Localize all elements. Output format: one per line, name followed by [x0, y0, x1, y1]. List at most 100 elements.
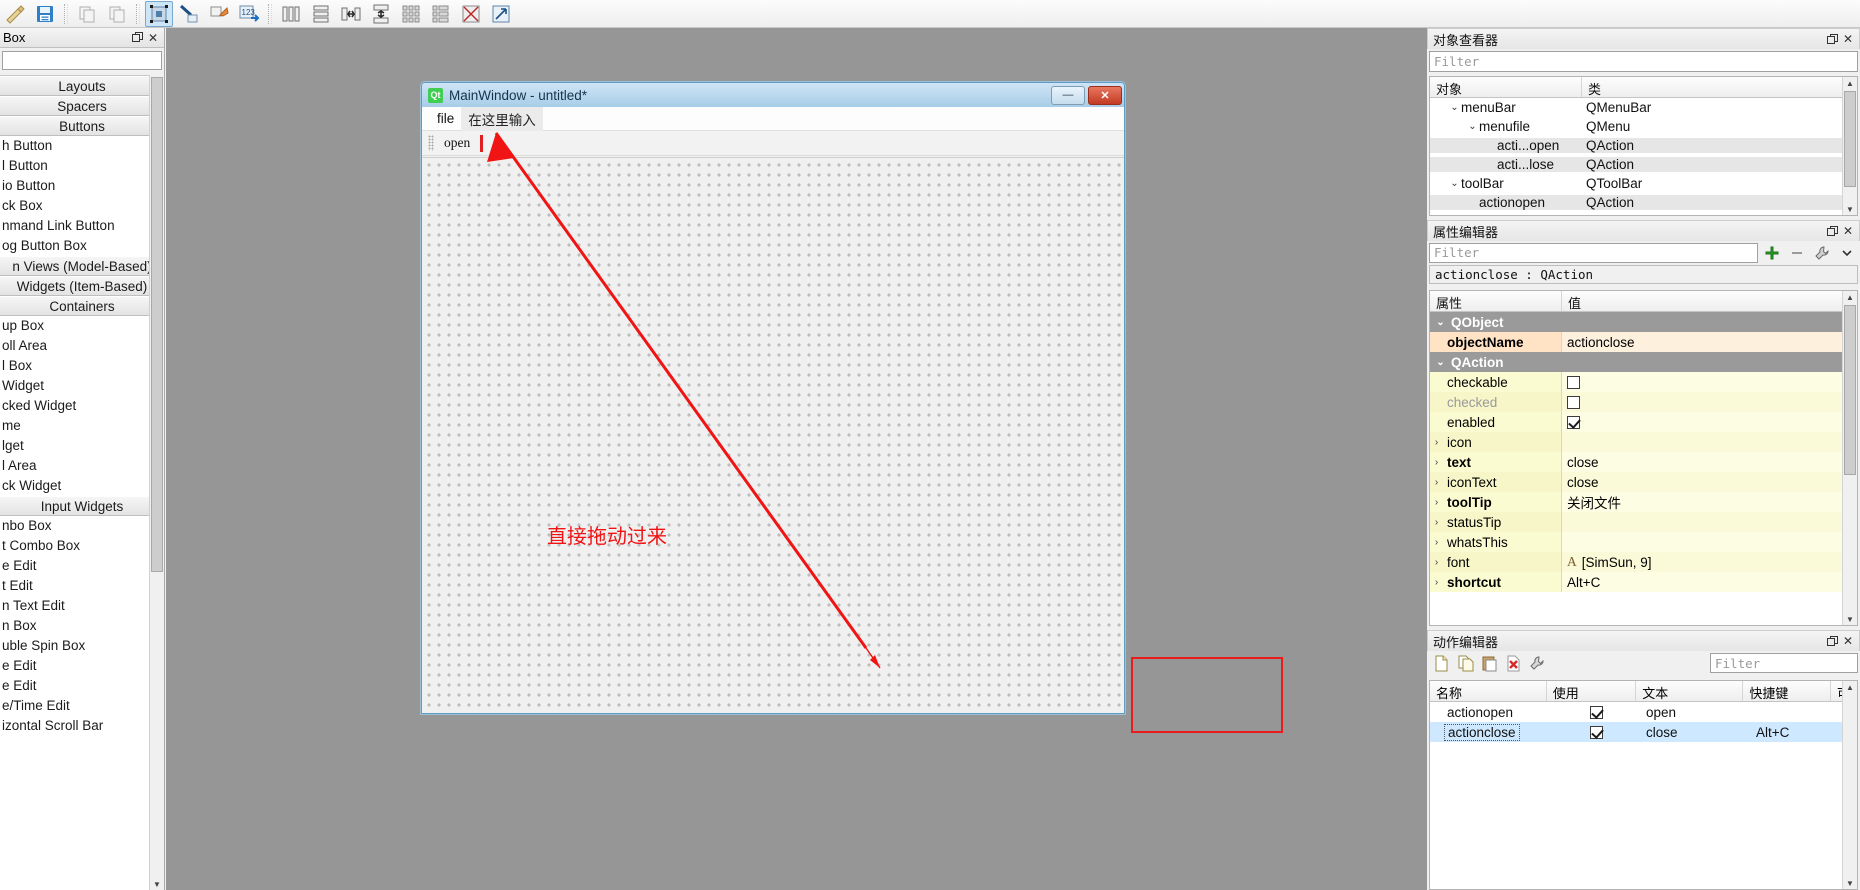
widget-box-item[interactable]: e Edit	[0, 656, 164, 676]
chevron-down-icon[interactable]: ⌄	[1448, 178, 1461, 189]
adjust-size-icon[interactable]	[487, 1, 515, 27]
widget-box-item[interactable]: n Box	[0, 616, 164, 636]
undo-icon[interactable]	[73, 1, 101, 27]
widget-box-item[interactable]: h Button	[0, 136, 164, 156]
widget-box-item[interactable]: lget	[0, 436, 164, 456]
property-row[interactable]: › font A [SimSun, 9]	[1430, 552, 1857, 572]
property-row[interactable]: ⌄ QObject	[1430, 312, 1857, 332]
widget-box-item[interactable]: e Edit	[0, 556, 164, 576]
property-value[interactable]	[1562, 512, 1857, 532]
property-value[interactable]: close	[1562, 472, 1857, 492]
chevron-right-icon[interactable]: ›	[1430, 537, 1443, 548]
object-inspector-row[interactable]: ⌄ menufile QMenu	[1430, 117, 1857, 136]
checkbox-checkable[interactable]	[1567, 375, 1580, 389]
widget-box-item[interactable]: t Edit	[0, 576, 164, 596]
property-editor-table[interactable]: 属性 值 ⌄ QObject objectName actionclose ⌄ QActi…	[1429, 290, 1858, 626]
action-row[interactable]: actionclose close Alt+C	[1430, 722, 1857, 742]
property-value[interactable]	[1562, 372, 1857, 392]
property-value[interactable]: close	[1562, 452, 1857, 472]
remove-property-icon[interactable]	[1786, 243, 1808, 263]
widget-box-scrollbar[interactable]: ▲ ▼	[149, 75, 164, 890]
widget-box-item[interactable]: e/Time Edit	[0, 696, 164, 716]
chevron-right-icon[interactable]: ›	[1430, 517, 1443, 528]
object-inspector-row[interactable]: ⌄ toolBar QToolBar	[1430, 174, 1857, 193]
widget-box-group[interactable]: Widgets (Item-Based)	[0, 276, 164, 296]
widget-box-item[interactable]: og Button Box	[0, 236, 164, 256]
scrollbar-thumb[interactable]	[151, 77, 163, 572]
edit-action-icon[interactable]	[1525, 653, 1549, 674]
property-row[interactable]: › whatsThis	[1430, 532, 1857, 552]
object-inspector-scrollbar[interactable]: ▲ ▼	[1842, 77, 1857, 215]
widget-box-group[interactable]: n Views (Model-Based)	[0, 256, 164, 276]
chevron-down-icon[interactable]: ⌄	[1466, 121, 1479, 132]
layout-vertically-icon[interactable]	[307, 1, 335, 27]
chevron-right-icon[interactable]: ›	[1430, 457, 1443, 468]
close-icon[interactable]: ✕	[1840, 223, 1856, 239]
object-inspector-row[interactable]: acti...open QAction	[1430, 136, 1857, 155]
form-central-widget[interactable]	[422, 157, 1124, 713]
scroll-up-icon[interactable]: ▲	[1844, 291, 1856, 303]
widget-box-item[interactable]: l Button	[0, 156, 164, 176]
add-property-icon[interactable]	[1761, 243, 1783, 263]
configure-wrench-icon[interactable]	[1811, 243, 1833, 263]
widget-box-item[interactable]: izontal Scroll Bar	[0, 716, 164, 736]
checkbox-checked[interactable]	[1567, 395, 1580, 409]
toolbar-action-open[interactable]: open	[438, 134, 476, 152]
property-value[interactable]: 关闭文件	[1562, 492, 1857, 512]
widget-box-group[interactable]: Input Widgets	[0, 496, 164, 516]
widget-box-item[interactable]: e Edit	[0, 676, 164, 696]
design-canvas[interactable]: Qt MainWindow - untitled* — ✕ file 在这里输入…	[166, 28, 1427, 890]
widget-box-filter-input[interactable]	[2, 51, 162, 70]
widget-box-item[interactable]: t Combo Box	[0, 536, 164, 556]
checkbox-used[interactable]	[1589, 705, 1603, 719]
widget-box-item[interactable]: cked Widget	[0, 396, 164, 416]
chevron-down-icon[interactable]: ⌄	[1434, 317, 1447, 328]
pencil-icon[interactable]	[1, 1, 29, 27]
widget-box-item[interactable]: nbo Box	[0, 516, 164, 536]
action-name-cell[interactable]: actionopen	[1430, 705, 1550, 720]
delete-action-icon[interactable]	[1501, 653, 1525, 674]
chevron-right-icon[interactable]: ›	[1430, 477, 1443, 488]
action-editor-table[interactable]: 名称 使用 文本 快捷键 可 actionopen open actionclose…	[1429, 680, 1858, 890]
chevron-right-icon[interactable]: ›	[1430, 577, 1443, 588]
edit-buddies-icon[interactable]	[205, 1, 233, 27]
form-toolbar[interactable]: open	[422, 131, 1124, 156]
object-inspector-row[interactable]: ⌄ menuBar QMenuBar	[1430, 98, 1857, 117]
object-inspector-row[interactable]: actionopen QAction	[1430, 193, 1857, 212]
property-editor-scrollbar[interactable]: ▲ ▼	[1842, 291, 1857, 625]
scrollbar-thumb[interactable]	[1844, 305, 1856, 475]
widget-box-item[interactable]: n Text Edit	[0, 596, 164, 616]
property-row[interactable]: checked	[1430, 392, 1857, 412]
property-row[interactable]: › toolTip 关闭文件	[1430, 492, 1857, 512]
object-inspector-row[interactable]: acti...lose QAction	[1430, 155, 1857, 174]
chevron-down-icon[interactable]	[1836, 243, 1858, 263]
property-value[interactable]	[1562, 392, 1857, 412]
checkbox-enabled[interactable]	[1567, 415, 1580, 429]
menu-item-file[interactable]: file	[430, 108, 461, 129]
paste-action-icon[interactable]	[1477, 653, 1501, 674]
object-inspector-filter-input[interactable]: Filter	[1429, 51, 1858, 72]
save-icon[interactable]	[31, 1, 59, 27]
new-action-icon[interactable]	[1429, 653, 1453, 674]
property-row[interactable]: enabled	[1430, 412, 1857, 432]
break-layout-icon[interactable]	[457, 1, 485, 27]
action-used-cell[interactable]	[1550, 705, 1642, 719]
edit-tab-order-icon[interactable]: 123	[235, 1, 263, 27]
action-name-cell[interactable]: actionclose	[1430, 723, 1550, 741]
widget-box-item[interactable]: nmand Link Button	[0, 216, 164, 236]
widget-box-item[interactable]: me	[0, 416, 164, 436]
checkbox-used[interactable]	[1589, 725, 1603, 739]
edit-signals-slots-icon[interactable]	[175, 1, 203, 27]
widget-box-item[interactable]: oll Area	[0, 336, 164, 356]
close-icon[interactable]: ✕	[1840, 31, 1856, 47]
scroll-down-icon[interactable]: ▼	[1844, 203, 1856, 215]
float-icon[interactable]	[1824, 31, 1840, 47]
property-value[interactable]	[1562, 532, 1857, 552]
widget-box-item[interactable]: l Area	[0, 456, 164, 476]
close-icon[interactable]: ✕	[145, 30, 161, 46]
object-inspector-tree[interactable]: 对象 类 ⌄ menuBar QMenuBar ⌄ menufile QMenu acti.…	[1429, 76, 1858, 216]
layout-form-icon[interactable]	[427, 1, 455, 27]
action-editor-scrollbar[interactable]: ▲ ▼	[1842, 681, 1857, 889]
property-row[interactable]: › statusTip	[1430, 512, 1857, 532]
layout-splitter-vertical-icon[interactable]	[367, 1, 395, 27]
